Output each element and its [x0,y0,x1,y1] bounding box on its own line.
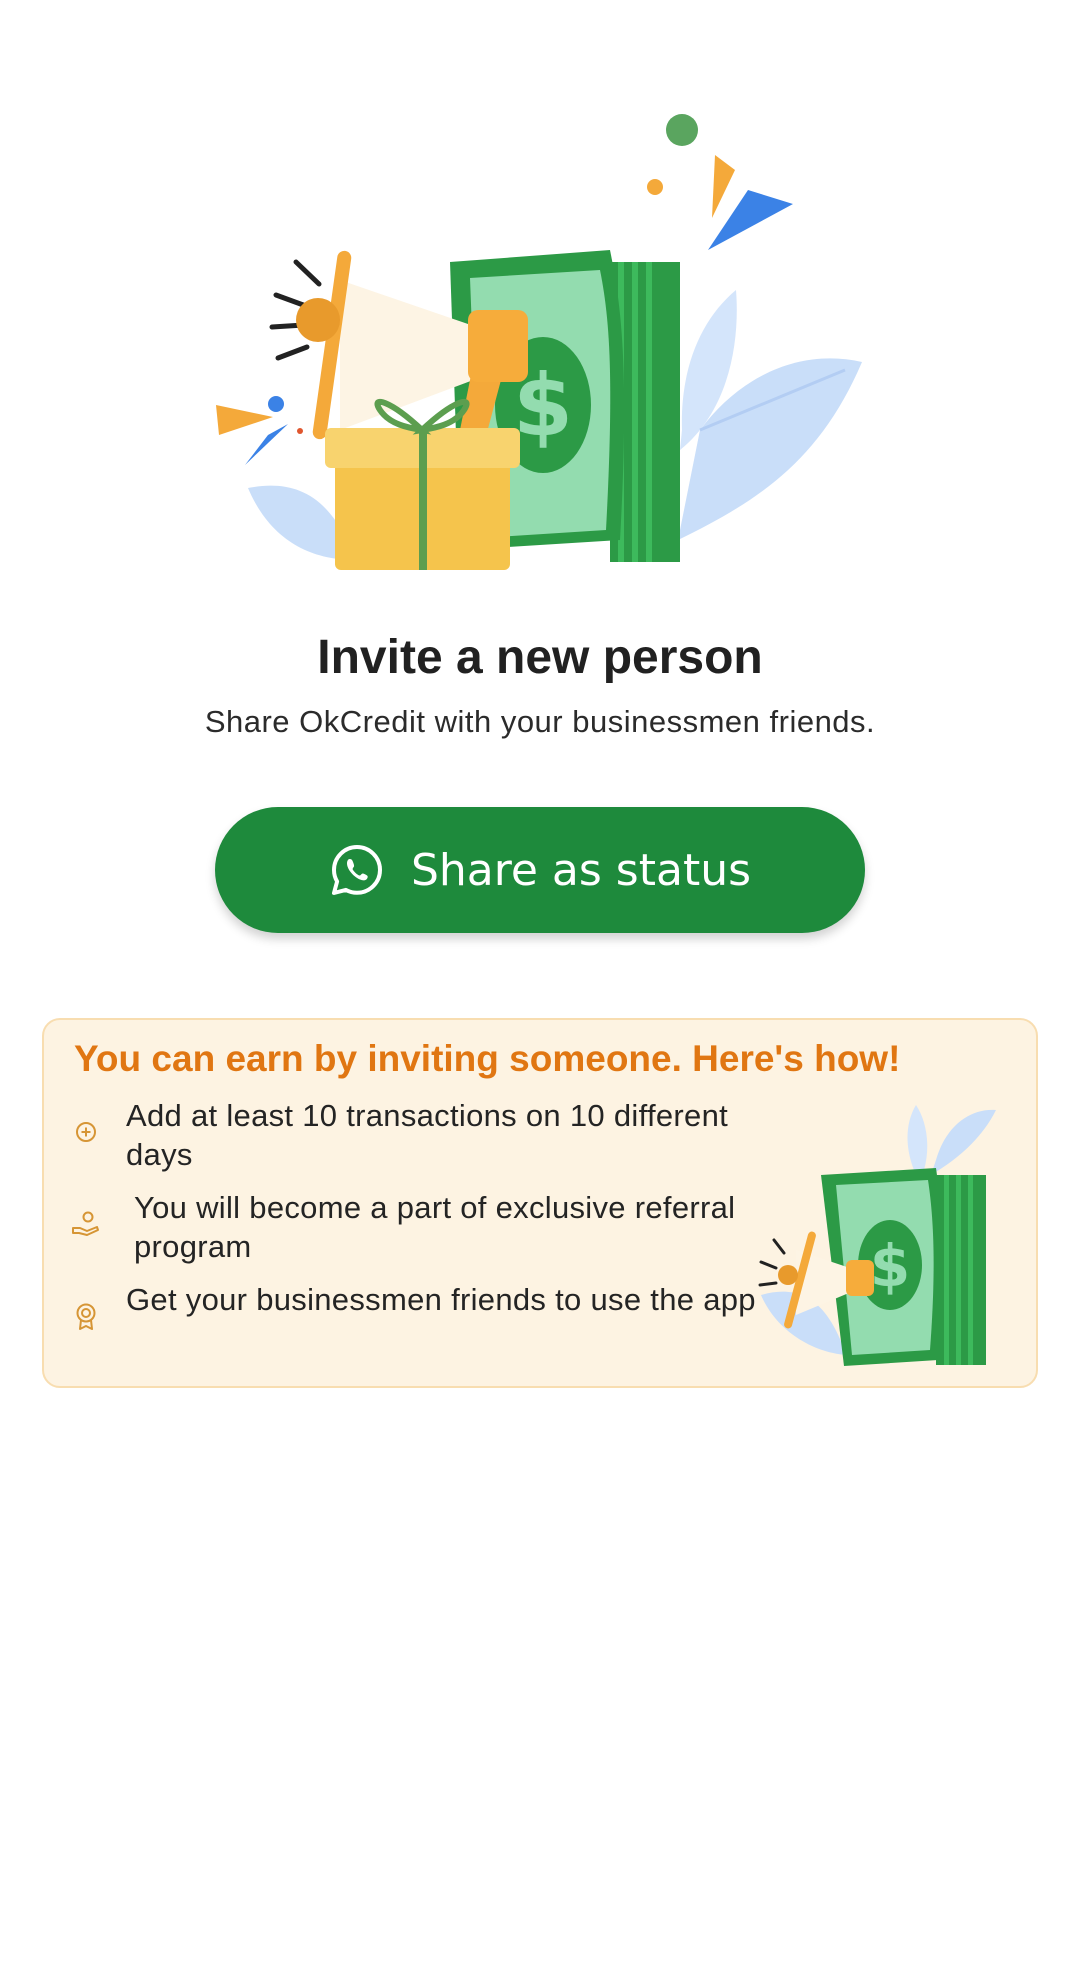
plus-circle-icon [70,1116,102,1148]
share-button-label: Share as status [410,844,752,896]
earn-step-2: You will become a part of exclusive refe… [70,1188,774,1266]
share-as-status-button[interactable]: Share as status [215,807,865,933]
earn-step-text: You will become a part of exclusive refe… [134,1190,736,1264]
earn-info-card: You can earn by inviting someone. Here's… [42,1018,1038,1388]
earn-step-1: Add at least 10 transactions on 10 diffe… [70,1096,766,1174]
invite-illustration: $ [200,100,880,580]
hand-coin-icon [70,1208,102,1240]
earn-step-3: Get your businessmen friends to use the … [70,1280,766,1332]
badge-icon [70,1300,102,1332]
earn-step-text: Add at least 10 transactions on 10 diffe… [126,1098,729,1172]
svg-text:$: $ [870,1232,910,1300]
whatsapp-icon [331,845,382,895]
earn-step-text: Get your businessmen friends to use the … [126,1282,756,1317]
page-title: Invite a new person [317,631,763,684]
earn-card-title: You can earn by inviting someone. Here's… [74,1038,901,1079]
money-megaphone-illustration: $ [756,1090,1006,1370]
page-subtitle: Share OkCredit with your businessmen fri… [204,704,876,739]
